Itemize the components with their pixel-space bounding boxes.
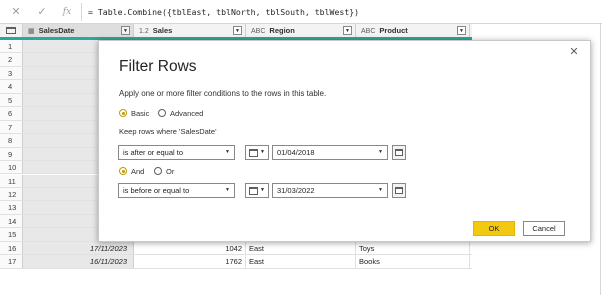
chevron-down-icon: ▼ [225, 187, 230, 193]
row-number: 6 [0, 107, 23, 120]
filter-dropdown-icon[interactable]: ▼ [233, 26, 242, 35]
calendar-icon [249, 149, 258, 157]
condition1-operator-select[interactable]: is after or equal to ▼ [118, 145, 235, 160]
dialog-description: Apply one or more filter conditions to t… [119, 89, 327, 98]
row-number: 17 [0, 255, 23, 268]
column-name: Region [269, 26, 295, 35]
column-header-product[interactable]: ABC Product ▼ [356, 24, 470, 37]
text-type-icon: ABC [361, 28, 376, 35]
column-name: SalesDate [38, 26, 75, 35]
decimal-type-icon: 1.2 [139, 28, 149, 35]
cancel-button[interactable]: Cancel [523, 221, 565, 236]
chevron-down-icon: ▼ [378, 149, 383, 155]
radio-selected-icon [119, 109, 127, 117]
product-cell[interactable]: Books [356, 255, 470, 268]
formula-input[interactable]: = Table.Combine({tblEast, tblNorth, tblS… [81, 3, 598, 21]
condition2-type-button[interactable]: ▼ [245, 183, 269, 198]
sales-cell[interactable]: 1762 [134, 255, 246, 268]
ok-button[interactable]: OK [473, 221, 515, 236]
close-icon[interactable]: ✕ [9, 5, 23, 19]
right-divider [600, 24, 601, 295]
filter-dropdown-icon[interactable]: ▼ [457, 26, 466, 35]
filter-dropdown-icon[interactable]: ▼ [121, 26, 130, 35]
column-header-salesdate[interactable]: ▦ SalesDate ▼ [23, 24, 134, 37]
chevron-down-icon: ▼ [225, 149, 230, 155]
column-header-row: ▦ SalesDate ▼ 1.2 Sales ▼ ABC Region ▼ ABC P… [0, 24, 472, 40]
region-cell[interactable]: East [246, 255, 356, 268]
table-row[interactable]: 17 16/11/2023 1762 East Books [0, 255, 472, 269]
product-cell[interactable]: Toys [356, 241, 470, 255]
condition2-date-picker-button[interactable] [392, 183, 406, 198]
row-number: 15 [0, 228, 23, 241]
region-cell[interactable]: East [246, 241, 356, 255]
keep-rows-label: Keep rows where 'SalesDate' [119, 127, 217, 136]
column-header-region[interactable]: ABC Region ▼ [246, 24, 356, 37]
filter-dropdown-icon[interactable]: ▼ [343, 26, 352, 35]
column-name: Product [379, 26, 408, 35]
row-number: 5 [0, 93, 23, 107]
salesdate-cell[interactable]: 16/11/2023 [23, 255, 134, 268]
row-number: 12 [0, 187, 23, 201]
table-row[interactable]: 16 17/11/2023 1042 East Toys [0, 241, 472, 256]
close-icon[interactable]: ✕ [568, 46, 580, 58]
condition1-operator-value: is after or equal to [123, 148, 184, 157]
and-label: And [131, 167, 145, 176]
calendar-icon [395, 187, 403, 194]
chevron-down-icon: ▼ [378, 187, 383, 193]
radio-unselected-icon [154, 167, 162, 175]
row-number: 16 [0, 241, 23, 255]
text-type-icon: ABC [251, 28, 266, 35]
row-number: 11 [0, 174, 23, 187]
basic-radio[interactable]: Basic [119, 109, 149, 119]
table-menu-button[interactable] [0, 24, 23, 37]
radio-selected-icon [119, 167, 127, 175]
dialog-title: Filter Rows [119, 58, 197, 75]
salesdate-cell[interactable]: 17/11/2023 [23, 241, 134, 255]
row-number: 8 [0, 134, 23, 147]
filter-rows-dialog: ✕ Filter Rows Apply one or more filter c… [98, 40, 591, 242]
chevron-down-icon: ▼ [260, 149, 265, 155]
row-number: 10 [0, 161, 23, 174]
calendar-icon [249, 187, 258, 195]
or-radio[interactable]: Or [154, 167, 174, 177]
condition2-value-input[interactable]: 31/03/2022 ▼ [272, 183, 388, 198]
condition1-type-button[interactable]: ▼ [245, 145, 269, 160]
condition1-date-picker-button[interactable] [392, 145, 406, 160]
formula-bar: ✕ ✓ fx = Table.Combine({tblEast, tblNort… [0, 0, 602, 24]
check-icon[interactable]: ✓ [35, 5, 49, 19]
column-header-sales[interactable]: 1.2 Sales ▼ [134, 24, 246, 37]
column-name: Sales [152, 26, 173, 35]
row-number: 7 [0, 120, 23, 134]
or-label: Or [166, 167, 175, 176]
row-number: 13 [0, 201, 23, 214]
row-number: 2 [0, 53, 23, 66]
row-number: 1 [0, 40, 23, 53]
row-number: 3 [0, 66, 23, 80]
row-number: 14 [0, 214, 23, 228]
chevron-down-icon: ▼ [260, 187, 265, 193]
and-radio[interactable]: And [119, 167, 144, 177]
basic-label: Basic [131, 109, 150, 118]
calendar-icon: ▦ [28, 28, 35, 35]
calendar-icon [395, 149, 403, 156]
sales-cell[interactable]: 1042 [134, 241, 246, 255]
advanced-radio[interactable]: Advanced [158, 109, 203, 119]
radio-unselected-icon [158, 109, 166, 117]
row-number: 4 [0, 80, 23, 93]
condition2-value: 31/03/2022 [277, 186, 315, 195]
condition2-operator-select[interactable]: is before or equal to ▼ [118, 183, 235, 198]
condition1-value-input[interactable]: 01/04/2018 ▼ [272, 145, 388, 160]
condition2-operator-value: is before or equal to [123, 186, 190, 195]
advanced-label: Advanced [170, 109, 204, 118]
table-icon [6, 27, 16, 34]
fx-icon[interactable]: fx [60, 5, 74, 19]
row-number: 9 [0, 147, 23, 161]
condition1-value: 01/04/2018 [277, 148, 315, 157]
